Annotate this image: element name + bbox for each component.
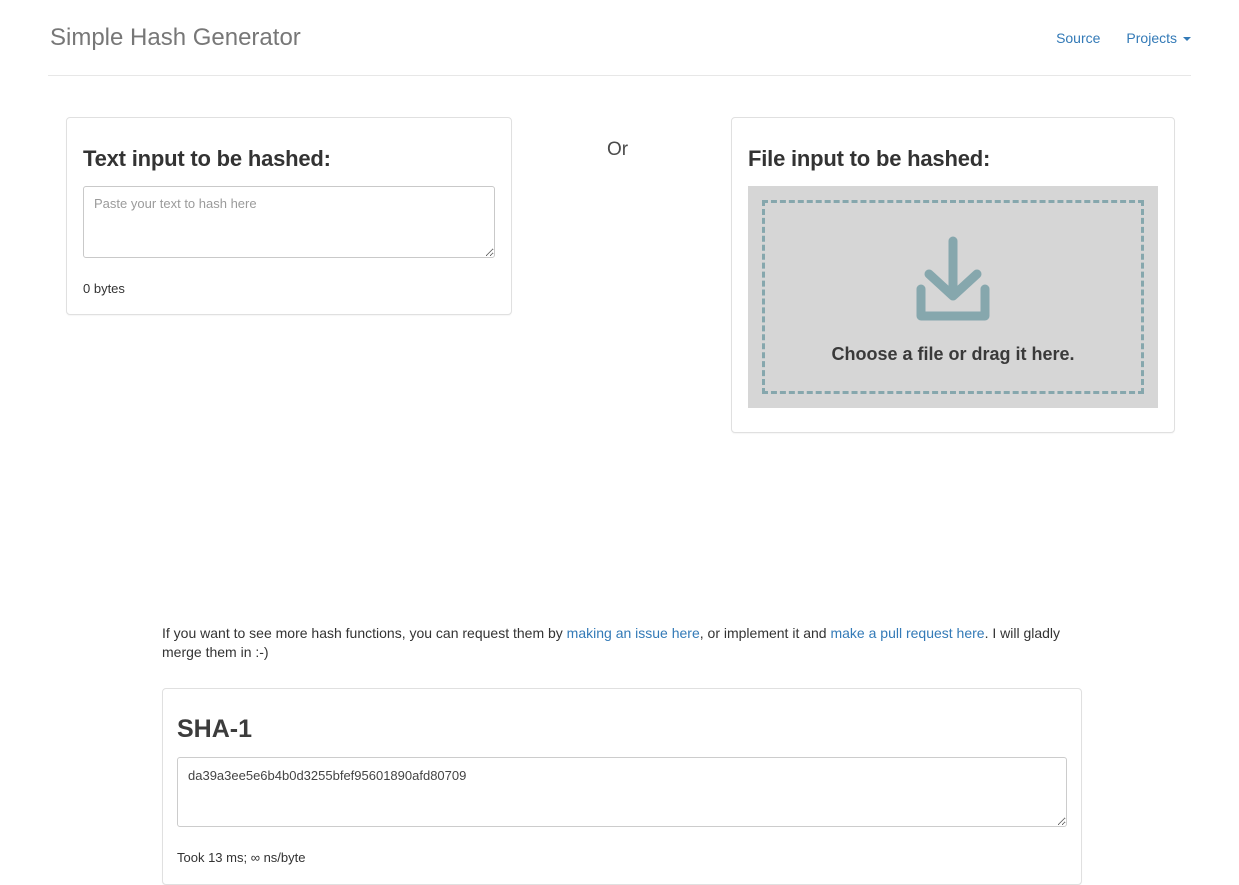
- nav-link-projects[interactable]: Projects: [1126, 28, 1191, 48]
- chevron-down-icon: [1183, 37, 1191, 41]
- main-content: Text input to be hashed: 0 bytes Or File…: [0, 117, 1239, 885]
- header-nav: Source Projects: [1056, 28, 1191, 48]
- note-text-part-2: , or implement it and: [699, 625, 831, 641]
- issue-link[interactable]: making an issue here: [567, 625, 700, 641]
- hash-result-card: SHA-1 Took 13 ms; ∞ ns/byte: [162, 688, 1082, 885]
- more-hash-functions-note: If you want to see more hash functions, …: [162, 624, 1084, 662]
- download-arrow-icon: [907, 236, 999, 325]
- file-input-card: File input to be hashed: Choose a file o…: [731, 117, 1175, 433]
- hash-result-body: SHA-1 Took 13 ms; ∞ ns/byte: [163, 689, 1081, 883]
- site-header: Simple Hash Generator Source Projects: [48, 0, 1191, 76]
- nav-link-projects-label: Projects: [1126, 30, 1177, 46]
- hash-output-textarea[interactable]: [177, 757, 1067, 827]
- or-separator-label: Or: [607, 139, 629, 160]
- pull-request-link[interactable]: make a pull request here: [830, 625, 984, 641]
- file-input-card-body: File input to be hashed: Choose a file o…: [732, 118, 1174, 424]
- nav-link-source-label: Source: [1056, 30, 1101, 46]
- page-title: Simple Hash Generator: [50, 24, 301, 51]
- note-text-part-1: If you want to see more hash functions, …: [162, 625, 567, 641]
- hash-algorithm-title: SHA-1: [177, 715, 253, 743]
- hash-timing-label: Took 13 ms; ∞ ns/byte: [177, 850, 306, 865]
- byte-count-label: 0 bytes: [83, 281, 125, 296]
- text-input-card-body: Text input to be hashed: 0 bytes: [67, 118, 511, 314]
- file-dropzone[interactable]: Choose a file or drag it here.: [748, 186, 1158, 408]
- text-input-heading: Text input to be hashed:: [83, 146, 331, 171]
- file-dropzone-inner: Choose a file or drag it here.: [762, 200, 1144, 394]
- input-row: Text input to be hashed: 0 bytes Or File…: [0, 117, 1239, 447]
- text-input-card: Text input to be hashed: 0 bytes: [66, 117, 512, 315]
- text-input-textarea[interactable]: [83, 186, 495, 258]
- file-input-heading: File input to be hashed:: [748, 146, 991, 171]
- nav-link-source[interactable]: Source: [1056, 28, 1100, 48]
- file-dropzone-label: Choose a file or drag it here.: [831, 343, 1075, 364]
